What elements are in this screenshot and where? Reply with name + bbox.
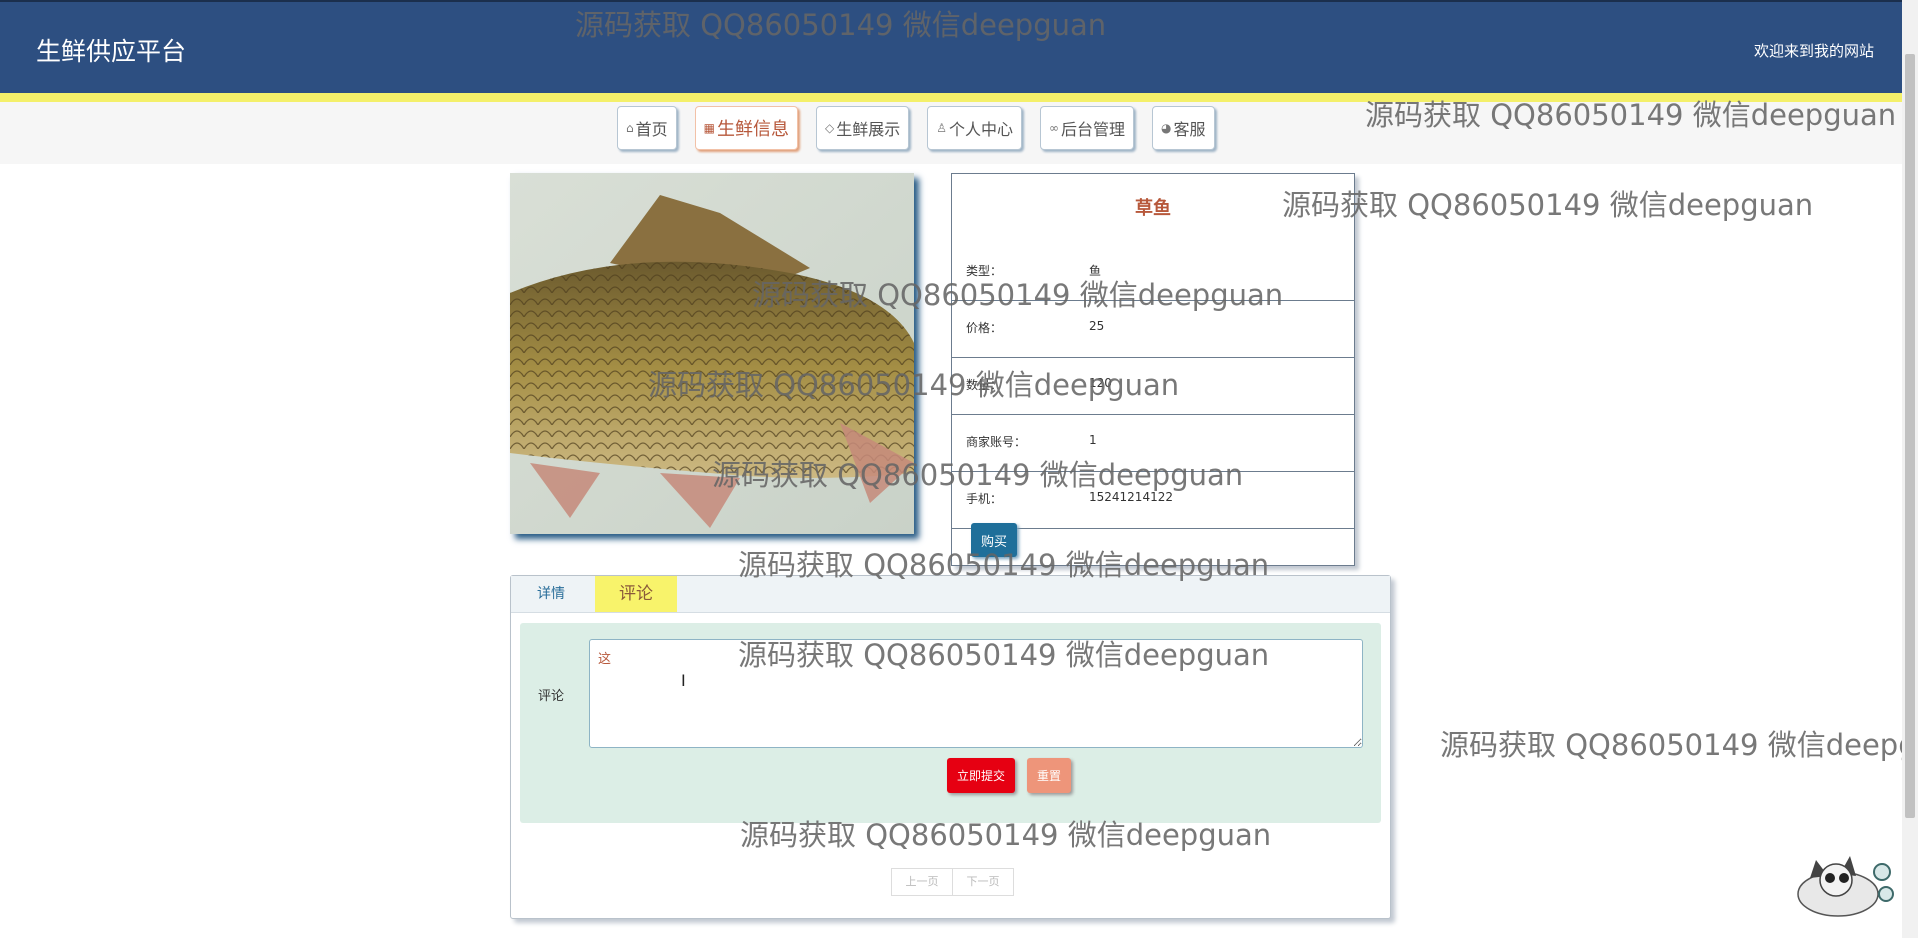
field-value: 鱼 xyxy=(1089,264,1102,278)
field-value: 25 xyxy=(1089,319,1105,333)
fish-illustration xyxy=(510,173,914,534)
reset-button[interactable]: 重置 xyxy=(1027,758,1071,793)
nav-item-personal-center[interactable]: ♙ 个人中心 xyxy=(927,106,1023,150)
field-label: 类型： xyxy=(966,264,1003,278)
comment-form: 评论 立即提交 重置 xyxy=(520,623,1381,823)
info-row-quantity: 数量： 120 xyxy=(952,358,1354,415)
welcome-text: 欢迎来到我的网站 xyxy=(1753,42,1874,60)
watermark: 源码获取 QQ86050149 微信deepguan xyxy=(1282,188,1814,222)
info-row-price: 价格： 25 xyxy=(952,301,1354,358)
header-stripe xyxy=(0,93,1902,102)
info-row-merchant: 商家账号： 1 xyxy=(952,415,1354,472)
tag-icon: ◇ xyxy=(824,121,835,135)
nav-item-customer-service[interactable]: ◕ 客服 xyxy=(1152,106,1215,150)
product-info-panel: 草鱼 类型： 鱼 价格： 25 数量： 120 商家账号： 1 手机： 1524… xyxy=(951,173,1355,566)
tab-details[interactable]: 详情 xyxy=(511,576,591,612)
calendar-icon: ▦ xyxy=(703,121,715,135)
info-row-type: 类型： 鱼 xyxy=(952,244,1354,301)
site-title[interactable]: 生鲜供应平台 xyxy=(36,32,186,68)
detail-tabs: 详情 评论 评论 立即提交 重置 上一页 下一页 xyxy=(510,575,1391,919)
nav-label: 客服 xyxy=(1173,120,1206,139)
home-icon: ⌂ xyxy=(626,121,634,135)
nav-label: 个人中心 xyxy=(949,120,1014,139)
chat-icon: ◕ xyxy=(1161,121,1172,135)
nav-label: 生鲜信息 xyxy=(716,119,789,140)
nav-label: 生鲜展示 xyxy=(836,120,901,139)
nav-item-home[interactable]: ⌂ 首页 xyxy=(617,106,677,150)
buy-button[interactable]: 购买 xyxy=(971,523,1017,557)
nav-item-fresh-info[interactable]: ▦ 生鲜信息 xyxy=(694,106,798,150)
product-name: 草鱼 xyxy=(1135,198,1171,219)
site-header: 生鲜供应平台 欢迎来到我的网站 xyxy=(0,0,1902,102)
comment-input[interactable] xyxy=(589,639,1363,748)
field-label: 数量： xyxy=(966,378,1003,392)
text-cursor-icon: I xyxy=(681,671,686,690)
comment-label: 评论 xyxy=(538,689,565,704)
user-icon: ♙ xyxy=(936,121,947,135)
nav-item-fresh-display[interactable]: ◇ 生鲜展示 xyxy=(815,106,910,150)
nav-item-admin[interactable]: ∞ 后台管理 xyxy=(1040,106,1135,150)
submit-button[interactable]: 立即提交 xyxy=(947,758,1015,793)
field-label: 手机： xyxy=(966,492,1003,506)
nav-label: 首页 xyxy=(635,120,668,139)
nav-label: 后台管理 xyxy=(1061,120,1126,139)
scrollbar-thumb[interactable] xyxy=(1905,54,1915,818)
tab-bar: 详情 评论 xyxy=(511,576,1390,613)
field-value: 120 xyxy=(1089,376,1112,390)
field-value: 1 xyxy=(1089,433,1097,447)
field-label: 价格： xyxy=(966,321,1003,335)
page-scrollbar[interactable] xyxy=(1902,0,1918,938)
tab-comments[interactable]: 评论 xyxy=(595,576,677,612)
watermark: 源码获取 QQ86050149 微信deepguan xyxy=(1440,728,1902,762)
field-value: 15241214122 xyxy=(1089,490,1173,504)
cat-mascot-icon[interactable] xyxy=(1788,846,1902,920)
prev-page-button[interactable]: 上一页 xyxy=(891,868,953,896)
product-image xyxy=(510,173,914,534)
info-row-phone: 手机： 15241214122 xyxy=(952,472,1354,529)
link-icon: ∞ xyxy=(1049,121,1060,135)
field-label: 商家账号： xyxy=(966,435,1027,449)
pagination: 上一页 下一页 xyxy=(891,868,1014,896)
next-page-button[interactable]: 下一页 xyxy=(953,868,1014,896)
main-nav: ⌂ 首页 ▦ 生鲜信息 ◇ 生鲜展示 ♙ 个人中心 ∞ 后台管理 ◕ 客服 xyxy=(617,106,1215,152)
